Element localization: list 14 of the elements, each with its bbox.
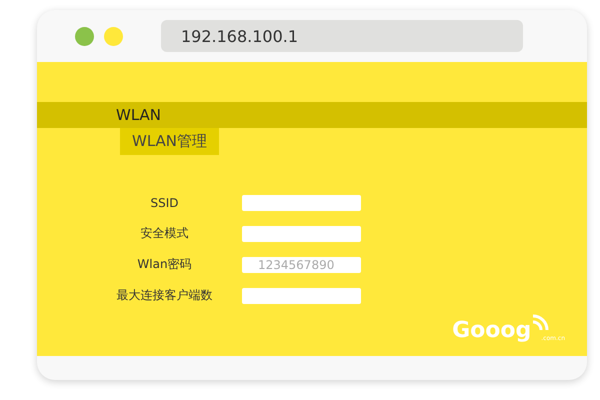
input-field[interactable] [242,195,361,211]
input-field[interactable]: 1234567890 [242,256,361,272]
address-bar[interactable]: 192.168.100.1 [161,20,523,52]
window-dot [104,26,123,46]
window-dot [75,26,94,46]
menu-item[interactable]: WLAN [116,106,162,124]
field-label: SSID [150,196,178,210]
field-label: 安全模式 [140,225,188,242]
input-field[interactable] [242,226,361,242]
field-label: Wlan密码 [137,256,192,273]
input-field[interactable] [242,288,361,304]
submenu-item[interactable]: WLAN管理 [120,128,220,155]
field-label: 最大连接客户端数 [116,287,212,304]
logo-text: Gooog [452,320,532,342]
